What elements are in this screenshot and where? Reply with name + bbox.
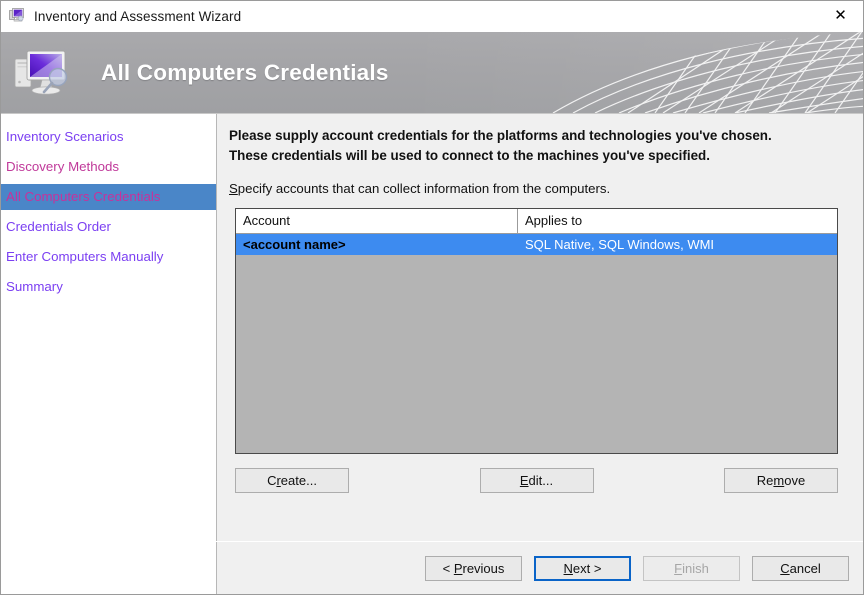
credentials-list[interactable]: Account Applies to <account name> SQL Na… — [235, 208, 838, 454]
previous-prefix: < — [443, 561, 454, 576]
previous-suffix: revious — [462, 561, 504, 576]
sidebar-item-discovery-methods[interactable]: Discovery Methods — [1, 154, 216, 180]
edit-accel: E — [520, 473, 529, 488]
window-title: Inventory and Assessment Wizard — [34, 9, 241, 24]
list-empty-area[interactable] — [236, 255, 837, 453]
finish-suffix: inish — [682, 561, 709, 576]
specify-accounts-label: Specify accounts that can collect inform… — [229, 181, 841, 196]
sidebar-item-enter-computers-manually[interactable]: Enter Computers Manually — [1, 244, 216, 270]
accel-letter: S — [229, 181, 238, 196]
credential-actions: Create... Edit... Remove — [235, 468, 838, 493]
create-button[interactable]: Create... — [235, 468, 349, 493]
edit-suffix: dit... — [529, 473, 554, 488]
cell-account: <account name> — [236, 234, 518, 255]
list-header-row: Account Applies to — [236, 209, 837, 234]
finish-button: Finish — [643, 556, 740, 581]
wizard-window: Inventory and Assessment Wizard ✕ — [0, 0, 864, 595]
remove-accel: m — [773, 473, 784, 488]
cancel-accel: C — [780, 561, 789, 576]
remove-suffix: ove — [784, 473, 805, 488]
remove-prefix: Re — [757, 473, 774, 488]
sidebar-item-all-computers-credentials[interactable]: All Computers Credentials — [1, 184, 216, 210]
computer-magnifier-icon — [13, 45, 79, 101]
sidebar-item-credentials-order[interactable]: Credentials Order — [1, 214, 216, 240]
remove-button[interactable]: Remove — [724, 468, 838, 493]
wizard-step-sidebar: Inventory Scenarios Discovery Methods Al… — [1, 114, 217, 595]
column-header-applies-to[interactable]: Applies to — [518, 209, 837, 233]
page-title: All Computers Credentials — [101, 60, 389, 86]
cancel-button[interactable]: Cancel — [752, 556, 849, 581]
wizard-footer: < Previous Next > Finish Cancel — [217, 542, 863, 594]
next-suffix: ext > — [573, 561, 602, 576]
edit-button[interactable]: Edit... — [480, 468, 594, 493]
subtext-rest: pecify accounts that can collect informa… — [238, 181, 610, 196]
sidebar-item-inventory-scenarios[interactable]: Inventory Scenarios — [1, 124, 216, 150]
finish-accel: F — [674, 561, 682, 576]
create-suffix: eate... — [281, 473, 317, 488]
next-accel: N — [564, 561, 573, 576]
wizard-banner: All Computers Credentials — [1, 32, 863, 114]
computer-wizard-icon — [8, 7, 26, 25]
title-bar: Inventory and Assessment Wizard ✕ — [1, 1, 863, 32]
banner-mesh-decoration — [423, 32, 863, 113]
cancel-suffix: ancel — [790, 561, 821, 576]
previous-button[interactable]: < Previous — [425, 556, 522, 581]
next-button[interactable]: Next > — [534, 556, 631, 581]
table-row[interactable]: <account name> SQL Native, SQL Windows, … — [236, 234, 837, 255]
column-header-account[interactable]: Account — [236, 209, 518, 233]
cell-applies-to: SQL Native, SQL Windows, WMI — [518, 234, 837, 255]
wizard-body: Inventory Scenarios Discovery Methods Al… — [1, 114, 863, 595]
sidebar-item-summary[interactable]: Summary — [1, 274, 216, 300]
close-icon[interactable]: ✕ — [818, 1, 863, 30]
instructions-text: Please supply account credentials for th… — [229, 126, 789, 165]
main-panel: Please supply account credentials for th… — [217, 114, 863, 595]
